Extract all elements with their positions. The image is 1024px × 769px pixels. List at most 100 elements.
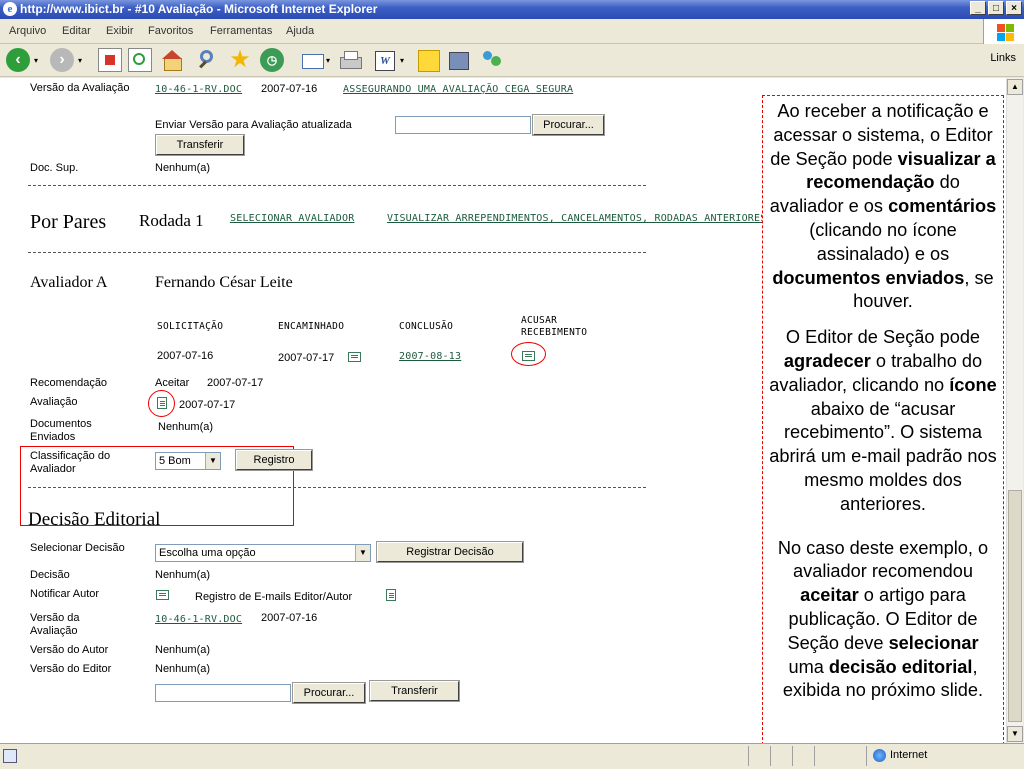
upload-review-version-label: Enviar Versão para Avaliação atualizada (155, 119, 352, 131)
select-reviewer-link[interactable]: SELECIONAR AVALIADOR (230, 212, 354, 225)
select-decision-label: Selecionar Decisão (30, 542, 125, 554)
back-icon[interactable]: ‹ (6, 48, 30, 72)
editor-version-file-input[interactable] (155, 684, 291, 702)
history-icon[interactable]: ◷ (260, 48, 284, 72)
edit-word-icon[interactable]: W (372, 48, 396, 72)
note-paragraph-3: No caso deste exemplo, o avaliador recom… (768, 537, 998, 704)
messenger-icon[interactable] (480, 48, 504, 72)
doc-sup-value: Nenhum(a) (155, 162, 211, 174)
note-text: abaixo de “acusar recebimento”. O sistem… (769, 398, 997, 514)
research-icon[interactable] (446, 48, 470, 72)
browse-button[interactable]: Procurar... (532, 114, 605, 136)
forward-icon[interactable]: › (50, 48, 74, 72)
maximize-button[interactable]: □ (988, 1, 1004, 15)
author-version-label: Versão do Autor (30, 644, 109, 656)
menu-bar: Arquivo Editar Exibir Favoritos Ferramen… (0, 19, 1024, 44)
review-version-file-link[interactable]: 10-46-1-RV.DOC (155, 613, 242, 626)
review-date: 2007-07-17 (179, 399, 236, 411)
menu-favoritos[interactable]: Favoritos (148, 25, 193, 37)
review-version-date: 2007-07-16 (261, 612, 318, 624)
documents-label: Enviados (30, 431, 76, 443)
menu-ajuda[interactable]: Ajuda (286, 25, 314, 37)
review-label: Avaliação (30, 396, 78, 408)
chevron-down-icon: ▼ (205, 453, 220, 469)
chevron-down-icon: ▼ (355, 545, 370, 561)
close-button[interactable]: × (1006, 1, 1022, 15)
review-version-label: Versão da (30, 612, 80, 624)
stop-icon[interactable] (98, 48, 122, 72)
status-divider (770, 746, 771, 766)
recommendation-label: Recomendação (30, 377, 108, 389)
back-dropdown-icon[interactable]: ▾ (34, 54, 38, 67)
note-text: uma (788, 656, 829, 677)
email-log-icon[interactable] (386, 589, 396, 601)
note-emphasis: comentários (888, 196, 997, 217)
menu-ferramentas[interactable]: Ferramentas (210, 25, 272, 37)
window-title-bar: e http://www.ibict.br - #10 Avaliação - … (0, 0, 1024, 19)
completed-date-link[interactable]: 2007-08-13 (399, 350, 461, 363)
annotation-note: Ao receber a notificação e acessar o sis… (762, 95, 1004, 745)
notify-email-icon[interactable] (156, 590, 169, 600)
highlight-circle (511, 342, 546, 366)
register-rating-button[interactable]: Registro (235, 449, 313, 471)
status-divider (792, 746, 793, 766)
review-version-file-input[interactable] (395, 116, 531, 134)
email-icon[interactable] (348, 352, 361, 362)
note-emphasis: ícone (949, 374, 997, 395)
refresh-icon[interactable] (128, 48, 152, 72)
scroll-down-icon[interactable]: ▼ (1007, 726, 1023, 742)
col-acknowledge: RECEBIMENTO (521, 327, 588, 338)
menu-arquivo[interactable]: Arquivo (9, 25, 46, 37)
rating-label: Avaliador (30, 463, 76, 475)
discuss-note-icon[interactable] (416, 48, 440, 72)
menu-exibir[interactable]: Exibir (106, 25, 134, 37)
home-icon[interactable] (160, 48, 184, 72)
documents-value: Nenhum(a) (158, 421, 214, 433)
note-emphasis: aceitar (800, 585, 859, 606)
note-paragraph-1: Ao receber a notificação e acessar o sis… (768, 100, 998, 314)
status-divider (748, 746, 749, 766)
forward-dropdown-icon[interactable]: ▾ (78, 54, 82, 67)
register-decision-button[interactable]: Registrar Decisão (376, 541, 524, 563)
links-label[interactable]: Links (990, 52, 1016, 64)
forwarded-date: 2007-07-17 (278, 352, 335, 364)
transfer-button[interactable]: Transferir (369, 680, 460, 702)
note-emphasis: documentos enviados (772, 267, 965, 288)
note-paragraph-2: O Editor de Seção pode agradecer o traba… (768, 326, 998, 516)
rating-select[interactable]: 5 Bom ▼ (155, 452, 221, 470)
note-emphasis: agradecer (783, 350, 871, 371)
notify-author-label: Notificar Autor (30, 588, 100, 600)
scroll-thumb[interactable] (1008, 490, 1022, 722)
note-text: No caso deste exemplo, o avaliador recom… (777, 537, 989, 582)
scroll-up-icon[interactable]: ▲ (1007, 79, 1023, 95)
search-icon[interactable] (196, 48, 220, 72)
menu-editar[interactable]: Editar (62, 25, 91, 37)
editorial-decision-title: Decisão Editorial (28, 509, 161, 530)
toolbar: ‹ ▾ › ▾ ★ ◷ ▾ W ▾ (0, 44, 1024, 77)
browse-button[interactable]: Procurar... (292, 682, 366, 704)
windows-logo-icon (983, 19, 1024, 44)
print-icon[interactable] (338, 48, 362, 72)
view-regrets-link[interactable]: VISUALIZAR ARREPENDIMENTOS, CANCELAMENTO… (387, 212, 766, 225)
mail-icon[interactable] (300, 48, 324, 72)
favorites-star-icon[interactable]: ★ (228, 48, 252, 72)
col-forwarded: ENCAMINHADO (278, 321, 345, 332)
reviewer-label: Avaliador A (30, 274, 108, 291)
mail-dropdown-icon[interactable]: ▾ (326, 54, 330, 67)
review-version-file-link[interactable]: 10-46-1-RV.DOC (155, 83, 242, 96)
review-version-label: Versão da Avaliação (30, 82, 130, 94)
note-text: (clicando no ícone assinalado) e os (809, 219, 957, 264)
status-divider (814, 746, 815, 766)
decision-value: Nenhum(a) (155, 569, 211, 581)
editor-version-label: Versão do Editor (30, 663, 112, 675)
minimize-button[interactable]: _ (970, 1, 986, 15)
review-version-date: 2007-07-16 (261, 83, 318, 95)
blind-review-link[interactable]: ASSEGURANDO UMA AVALIAÇÃO CEGA SEGURA (343, 83, 573, 96)
highlight-circle (148, 390, 175, 417)
transfer-button[interactable]: Transferir (155, 134, 245, 156)
peer-review-title: Por Pares (30, 211, 107, 233)
edit-dropdown-icon[interactable]: ▾ (400, 54, 404, 67)
author-version-value: Nenhum(a) (155, 644, 211, 656)
note-emphasis: selecionar (888, 632, 979, 653)
decision-select[interactable]: Escolha uma opção ▼ (155, 544, 371, 562)
